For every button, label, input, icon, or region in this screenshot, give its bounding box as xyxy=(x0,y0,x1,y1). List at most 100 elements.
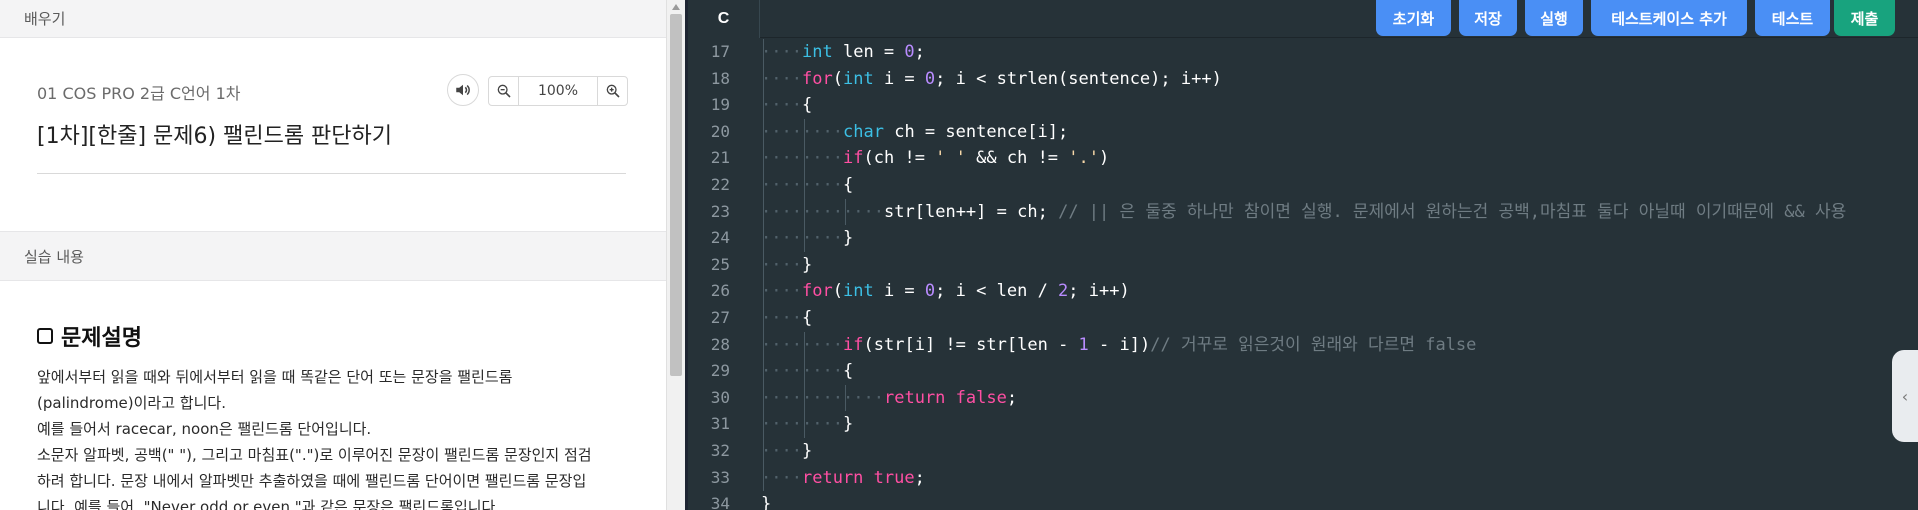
code-text[interactable]: ····{ xyxy=(761,92,812,118)
code-text[interactable]: ········char ch = sentence[i]; xyxy=(761,119,1068,145)
line-number: 24 xyxy=(710,228,730,248)
course-subtitle: 01 COS PRO 2급 C언어 1차 xyxy=(37,84,241,103)
side-panel-toggle[interactable]: ‹ xyxy=(1892,350,1918,442)
code-line[interactable]: 22 ········{ xyxy=(688,172,1918,198)
code-text[interactable]: ····} xyxy=(761,252,812,278)
code-text[interactable]: ············return false; xyxy=(761,385,1017,411)
speaker-icon xyxy=(456,84,470,96)
code-text[interactable]: ····return true; xyxy=(761,465,925,491)
description-line: 앞에서부터 읽을 때와 뒤에서부터 읽을 때 똑같은 단어 또는 문장을 팰린드… xyxy=(37,368,513,386)
code-text[interactable]: ············str[len++] = ch; // || 은 둘중 … xyxy=(761,199,1846,225)
code-line[interactable]: 27 ····{ xyxy=(688,305,1918,331)
zoom-in-button[interactable] xyxy=(597,77,627,105)
learning-panel: 배우기 01 COS PRO 2급 C언어 1차 [1차][한줄] 문제6) 팰… xyxy=(0,0,666,510)
code-line[interactable]: 21 ········if(ch != ' ' && ch != '.') xyxy=(688,145,1918,171)
description-heading: 문제설명 xyxy=(37,320,142,352)
add-testcase-button[interactable]: 테스트케이스 추가 xyxy=(1591,0,1747,36)
description-line: 하려 합니다. 문장 내에서 알파벳만 추출하였을 때에 팰린드롬 단어이면 팰… xyxy=(37,472,587,490)
code-line[interactable]: 26 ····for(int i = 0; i < len / 2; i++) xyxy=(688,278,1918,304)
zoom-in-icon xyxy=(606,84,620,98)
code-text[interactable]: ····int len = 0; xyxy=(761,39,925,65)
code-line[interactable]: 19 ····{ xyxy=(688,92,1918,118)
chevron-left-icon: ‹ xyxy=(1901,386,1909,406)
learn-header-label: 배우기 xyxy=(24,9,66,28)
code-text[interactable]: ····for(int i = 0; i < len / 2; i++) xyxy=(761,278,1130,304)
code-line[interactable]: 20 ········char ch = sentence[i]; xyxy=(688,119,1918,145)
code-text[interactable]: } xyxy=(761,491,771,510)
line-number: 34 xyxy=(710,494,730,510)
code-text[interactable]: ········{ xyxy=(761,172,853,198)
code-text[interactable]: ········} xyxy=(761,225,853,251)
indent-guide xyxy=(763,39,764,492)
submit-button[interactable]: 제출 xyxy=(1834,0,1895,36)
description-line: 소문자 알파벳, 공백(" "), 그리고 마침표(".")로 이루어진 문장이… xyxy=(37,446,592,464)
language-tab[interactable]: C xyxy=(688,0,760,38)
code-text[interactable]: ····for(int i = 0; i < strlen(sentence);… xyxy=(761,66,1222,92)
line-number: 31 xyxy=(710,414,730,434)
line-number: 29 xyxy=(710,361,730,381)
line-number: 21 xyxy=(710,148,730,168)
code-line[interactable]: 29 ········{ xyxy=(688,358,1918,384)
indent-guide xyxy=(804,331,805,438)
reset-button[interactable]: 초기화 xyxy=(1376,0,1451,36)
line-number: 17 xyxy=(710,42,730,61)
description-line: 니다. 예를 들어, "Never odd or even."과 같은 문장은 … xyxy=(37,498,501,510)
editor-toolbar: C 초기화 저장 실행 테스트케이스 추가 테스트 제출 xyxy=(688,0,1918,38)
save-button[interactable]: 저장 xyxy=(1459,0,1517,36)
line-number: 33 xyxy=(710,467,730,487)
title-divider xyxy=(37,173,626,174)
test-button[interactable]: 테스트 xyxy=(1755,0,1830,36)
code-line[interactable]: 18 ····for(int i = 0; i < strlen(sentence… xyxy=(688,66,1918,92)
code-line[interactable]: 17 ····int len = 0; xyxy=(688,39,1918,65)
learn-section-header: 배우기 xyxy=(0,0,666,38)
code-text[interactable]: ····} xyxy=(761,438,812,464)
indent-guide xyxy=(804,118,805,252)
read-aloud-button[interactable] xyxy=(447,74,479,106)
code-text[interactable]: ········if(ch != ' ' && ch != '.') xyxy=(761,145,1109,171)
scrollbar-thumb[interactable] xyxy=(670,14,682,376)
problem-title: [1차][한줄] 문제6) 팰린드롬 판단하기 xyxy=(37,124,393,149)
code-text[interactable]: ····{ xyxy=(761,305,812,331)
zoom-out-icon xyxy=(497,84,511,98)
code-line[interactable]: 28 ········if(str[i] != str[len - 1 - i])… xyxy=(688,332,1918,358)
code-text[interactable]: ········} xyxy=(761,411,853,437)
line-number: 30 xyxy=(710,387,730,407)
zoom-level: 100% xyxy=(537,83,579,99)
line-number: 18 xyxy=(710,68,730,88)
problem-description: 앞에서부터 읽을 때와 뒤에서부터 읽을 때 똑같은 단어 또는 문장을 팰린드… xyxy=(37,364,627,510)
code-text[interactable]: ········if(str[i] != str[len - 1 - i])//… xyxy=(761,332,1476,358)
line-number: 25 xyxy=(710,254,730,274)
line-number: 28 xyxy=(710,334,730,354)
zoom-out-button[interactable] xyxy=(489,77,519,105)
code-line[interactable]: 34} xyxy=(688,491,1918,510)
practice-section-header: 실습 내용 xyxy=(0,231,666,281)
line-number: 27 xyxy=(710,308,730,327)
code-line[interactable]: 32 ····} xyxy=(688,438,1918,464)
code-editor: C 초기화 저장 실행 테스트케이스 추가 테스트 제출 17 ····int l… xyxy=(688,0,1918,510)
line-number: 23 xyxy=(710,201,730,221)
code-line[interactable]: 31 ········} xyxy=(688,411,1918,437)
line-number: 22 xyxy=(710,175,730,194)
line-number: 32 xyxy=(710,441,730,460)
scroll-up-arrow-icon[interactable] xyxy=(672,4,680,10)
code-line[interactable]: 25 ····} xyxy=(688,252,1918,278)
code-line[interactable]: 23 ············str[len++] = ch; // || 은 둘… xyxy=(688,199,1918,225)
line-number: 26 xyxy=(710,281,730,301)
code-lines[interactable]: 17 ····int len = 0; 18 ····for(int i = 0; i… xyxy=(688,38,1918,510)
description-heading-text: 문제설명 xyxy=(61,326,142,351)
indent-guide xyxy=(845,384,846,412)
checkbox-square-icon xyxy=(37,328,53,344)
left-panel-scrollbar[interactable] xyxy=(666,0,685,510)
line-number: 20 xyxy=(710,121,730,141)
description-line: (palindrome)이라고 합니다. xyxy=(37,394,226,412)
practice-header-label: 실습 내용 xyxy=(24,247,84,266)
code-text[interactable]: ········{ xyxy=(761,358,853,384)
indent-guide xyxy=(845,198,846,226)
code-line[interactable]: 24 ········} xyxy=(688,225,1918,251)
description-line: 예를 들어서 racecar, noon은 팰린드롬 단어입니다. xyxy=(37,420,372,438)
run-button[interactable]: 실행 xyxy=(1525,0,1583,36)
code-line[interactable]: 33 ····return true; xyxy=(688,465,1918,491)
code-line[interactable]: 30 ············return false; xyxy=(688,385,1918,411)
line-number: 19 xyxy=(710,95,730,115)
zoom-control: 100% xyxy=(488,76,628,106)
